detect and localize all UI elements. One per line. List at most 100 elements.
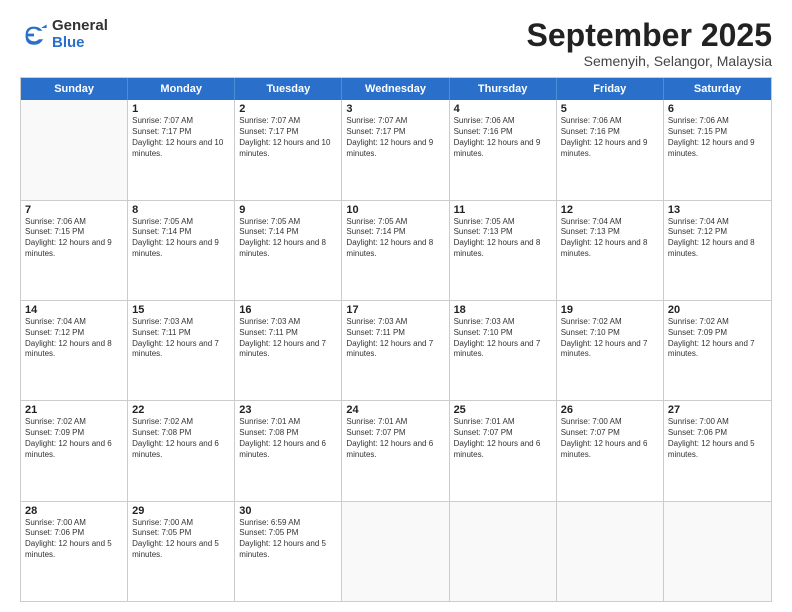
day-number: 3 — [346, 103, 444, 115]
header-thursday: Thursday — [450, 78, 557, 100]
cal-cell-0-1: 1Sunrise: 7:07 AM Sunset: 7:17 PM Daylig… — [128, 100, 235, 199]
cal-cell-0-2: 2Sunrise: 7:07 AM Sunset: 7:17 PM Daylig… — [235, 100, 342, 199]
cell-info: Sunrise: 7:01 AM Sunset: 7:07 PM Dayligh… — [454, 417, 552, 460]
header-saturday: Saturday — [664, 78, 771, 100]
cal-cell-4-5 — [557, 502, 664, 601]
title-block: September 2025 Semenyih, Selangor, Malay… — [527, 18, 772, 69]
day-number: 2 — [239, 103, 337, 115]
cell-info: Sunrise: 7:05 AM Sunset: 7:13 PM Dayligh… — [454, 217, 552, 260]
header-monday: Monday — [128, 78, 235, 100]
calendar: Sunday Monday Tuesday Wednesday Thursday… — [20, 77, 772, 602]
day-number: 23 — [239, 404, 337, 416]
cal-cell-1-6: 13Sunrise: 7:04 AM Sunset: 7:12 PM Dayli… — [664, 201, 771, 300]
day-number: 6 — [668, 103, 767, 115]
cell-info: Sunrise: 7:02 AM Sunset: 7:09 PM Dayligh… — [668, 317, 767, 360]
cal-cell-2-3: 17Sunrise: 7:03 AM Sunset: 7:11 PM Dayli… — [342, 301, 449, 400]
day-number: 7 — [25, 204, 123, 216]
cell-info: Sunrise: 7:00 AM Sunset: 7:06 PM Dayligh… — [668, 417, 767, 460]
cal-cell-4-2: 30Sunrise: 6:59 AM Sunset: 7:05 PM Dayli… — [235, 502, 342, 601]
day-number: 5 — [561, 103, 659, 115]
cell-info: Sunrise: 7:00 AM Sunset: 7:06 PM Dayligh… — [25, 518, 123, 561]
cell-info: Sunrise: 7:06 AM Sunset: 7:16 PM Dayligh… — [454, 116, 552, 159]
logo-text: General Blue — [52, 18, 108, 51]
day-number: 4 — [454, 103, 552, 115]
day-number: 22 — [132, 404, 230, 416]
cell-info: Sunrise: 7:01 AM Sunset: 7:07 PM Dayligh… — [346, 417, 444, 460]
cal-cell-0-4: 4Sunrise: 7:06 AM Sunset: 7:16 PM Daylig… — [450, 100, 557, 199]
header-sunday: Sunday — [21, 78, 128, 100]
cal-cell-3-1: 22Sunrise: 7:02 AM Sunset: 7:08 PM Dayli… — [128, 401, 235, 500]
month-title: September 2025 — [527, 18, 772, 53]
cell-info: Sunrise: 7:06 AM Sunset: 7:15 PM Dayligh… — [668, 116, 767, 159]
cal-cell-2-0: 14Sunrise: 7:04 AM Sunset: 7:12 PM Dayli… — [21, 301, 128, 400]
cal-cell-2-1: 15Sunrise: 7:03 AM Sunset: 7:11 PM Dayli… — [128, 301, 235, 400]
cal-cell-1-3: 10Sunrise: 7:05 AM Sunset: 7:14 PM Dayli… — [342, 201, 449, 300]
cal-cell-4-4 — [450, 502, 557, 601]
cal-cell-2-4: 18Sunrise: 7:03 AM Sunset: 7:10 PM Dayli… — [450, 301, 557, 400]
day-number: 11 — [454, 204, 552, 216]
cell-info: Sunrise: 7:05 AM Sunset: 7:14 PM Dayligh… — [346, 217, 444, 260]
page: General Blue September 2025 Semenyih, Se… — [0, 0, 792, 612]
cal-cell-3-3: 24Sunrise: 7:01 AM Sunset: 7:07 PM Dayli… — [342, 401, 449, 500]
logo-blue-text: Blue — [52, 35, 108, 52]
cal-cell-3-5: 26Sunrise: 7:00 AM Sunset: 7:07 PM Dayli… — [557, 401, 664, 500]
day-number: 27 — [668, 404, 767, 416]
cal-cell-4-3 — [342, 502, 449, 601]
cal-cell-1-0: 7Sunrise: 7:06 AM Sunset: 7:15 PM Daylig… — [21, 201, 128, 300]
cal-cell-2-2: 16Sunrise: 7:03 AM Sunset: 7:11 PM Dayli… — [235, 301, 342, 400]
cal-cell-0-5: 5Sunrise: 7:06 AM Sunset: 7:16 PM Daylig… — [557, 100, 664, 199]
cell-info: Sunrise: 7:03 AM Sunset: 7:11 PM Dayligh… — [239, 317, 337, 360]
cal-cell-3-0: 21Sunrise: 7:02 AM Sunset: 7:09 PM Dayli… — [21, 401, 128, 500]
cell-info: Sunrise: 7:01 AM Sunset: 7:08 PM Dayligh… — [239, 417, 337, 460]
day-number: 12 — [561, 204, 659, 216]
calendar-body: 1Sunrise: 7:07 AM Sunset: 7:17 PM Daylig… — [21, 100, 771, 601]
cal-cell-1-1: 8Sunrise: 7:05 AM Sunset: 7:14 PM Daylig… — [128, 201, 235, 300]
cell-info: Sunrise: 7:03 AM Sunset: 7:10 PM Dayligh… — [454, 317, 552, 360]
cal-cell-1-4: 11Sunrise: 7:05 AM Sunset: 7:13 PM Dayli… — [450, 201, 557, 300]
day-number: 30 — [239, 505, 337, 517]
header-friday: Friday — [557, 78, 664, 100]
logo-general-text: General — [52, 18, 108, 35]
day-number: 24 — [346, 404, 444, 416]
calendar-week-4: 28Sunrise: 7:00 AM Sunset: 7:06 PM Dayli… — [21, 502, 771, 601]
cal-cell-1-5: 12Sunrise: 7:04 AM Sunset: 7:13 PM Dayli… — [557, 201, 664, 300]
day-number: 10 — [346, 204, 444, 216]
day-number: 14 — [25, 304, 123, 316]
logo-icon — [20, 21, 48, 49]
location-subtitle: Semenyih, Selangor, Malaysia — [527, 53, 772, 69]
cell-info: Sunrise: 7:00 AM Sunset: 7:05 PM Dayligh… — [132, 518, 230, 561]
cal-cell-0-0 — [21, 100, 128, 199]
cell-info: Sunrise: 7:07 AM Sunset: 7:17 PM Dayligh… — [346, 116, 444, 159]
day-number: 9 — [239, 204, 337, 216]
day-number: 1 — [132, 103, 230, 115]
cell-info: Sunrise: 7:04 AM Sunset: 7:13 PM Dayligh… — [561, 217, 659, 260]
cal-cell-1-2: 9Sunrise: 7:05 AM Sunset: 7:14 PM Daylig… — [235, 201, 342, 300]
cell-info: Sunrise: 7:04 AM Sunset: 7:12 PM Dayligh… — [25, 317, 123, 360]
cell-info: Sunrise: 7:00 AM Sunset: 7:07 PM Dayligh… — [561, 417, 659, 460]
day-number: 13 — [668, 204, 767, 216]
calendar-week-1: 7Sunrise: 7:06 AM Sunset: 7:15 PM Daylig… — [21, 201, 771, 301]
calendar-week-2: 14Sunrise: 7:04 AM Sunset: 7:12 PM Dayli… — [21, 301, 771, 401]
cal-cell-3-4: 25Sunrise: 7:01 AM Sunset: 7:07 PM Dayli… — [450, 401, 557, 500]
day-number: 15 — [132, 304, 230, 316]
cell-info: Sunrise: 7:02 AM Sunset: 7:08 PM Dayligh… — [132, 417, 230, 460]
cell-info: Sunrise: 7:05 AM Sunset: 7:14 PM Dayligh… — [239, 217, 337, 260]
cal-cell-2-5: 19Sunrise: 7:02 AM Sunset: 7:10 PM Dayli… — [557, 301, 664, 400]
cal-cell-3-6: 27Sunrise: 7:00 AM Sunset: 7:06 PM Dayli… — [664, 401, 771, 500]
calendar-header-row: Sunday Monday Tuesday Wednesday Thursday… — [21, 78, 771, 100]
cell-info: Sunrise: 7:07 AM Sunset: 7:17 PM Dayligh… — [239, 116, 337, 159]
cell-info: Sunrise: 7:02 AM Sunset: 7:10 PM Dayligh… — [561, 317, 659, 360]
day-number: 19 — [561, 304, 659, 316]
day-number: 21 — [25, 404, 123, 416]
cell-info: Sunrise: 7:02 AM Sunset: 7:09 PM Dayligh… — [25, 417, 123, 460]
day-number: 8 — [132, 204, 230, 216]
cal-cell-3-2: 23Sunrise: 7:01 AM Sunset: 7:08 PM Dayli… — [235, 401, 342, 500]
logo: General Blue — [20, 18, 108, 51]
cal-cell-0-6: 6Sunrise: 7:06 AM Sunset: 7:15 PM Daylig… — [664, 100, 771, 199]
cal-cell-4-6 — [664, 502, 771, 601]
day-number: 29 — [132, 505, 230, 517]
cell-info: Sunrise: 7:03 AM Sunset: 7:11 PM Dayligh… — [346, 317, 444, 360]
cal-cell-4-1: 29Sunrise: 7:00 AM Sunset: 7:05 PM Dayli… — [128, 502, 235, 601]
day-number: 20 — [668, 304, 767, 316]
cell-info: Sunrise: 7:07 AM Sunset: 7:17 PM Dayligh… — [132, 116, 230, 159]
